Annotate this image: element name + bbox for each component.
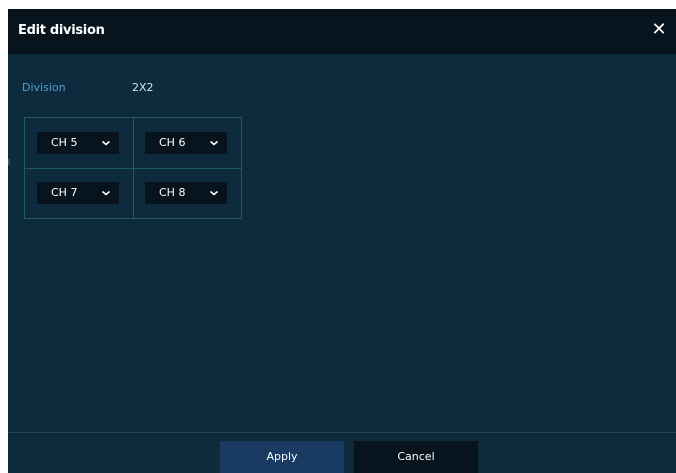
close-icon[interactable]: ✕ (650, 19, 668, 41)
channel-select-value: CH 5 (51, 136, 78, 149)
grid-divider-horizontal (25, 168, 241, 169)
dialog-titlebar: Edit division ✕ (8, 9, 676, 54)
chevron-down-icon (209, 190, 219, 196)
dialog-footer: Apply Cancel (8, 432, 676, 473)
channel-select-3[interactable]: CH 7 (37, 182, 119, 204)
channel-select-value: CH 6 (159, 136, 186, 149)
division-grid: CH 5 CH 6 CH 7 CH 8 (24, 117, 242, 219)
channel-select-2[interactable]: CH 6 (145, 132, 227, 154)
cancel-button[interactable]: Cancel (354, 441, 478, 473)
chevron-down-icon (101, 190, 111, 196)
channel-select-4[interactable]: CH 8 (145, 182, 227, 204)
edge-marker (8, 159, 10, 165)
chevron-down-icon (209, 140, 219, 146)
channel-select-1[interactable]: CH 5 (37, 132, 119, 154)
chevron-down-icon (101, 140, 111, 146)
channel-select-value: CH 8 (159, 186, 186, 199)
dialog-title: Edit division (18, 23, 105, 38)
division-value: 2X2 (132, 81, 154, 94)
channel-select-value: CH 7 (51, 186, 78, 199)
apply-button[interactable]: Apply (220, 441, 344, 473)
edit-division-dialog: Edit division ✕ Division 2X2 CH 5 CH 6 C… (8, 9, 676, 473)
division-label: Division (22, 81, 66, 94)
